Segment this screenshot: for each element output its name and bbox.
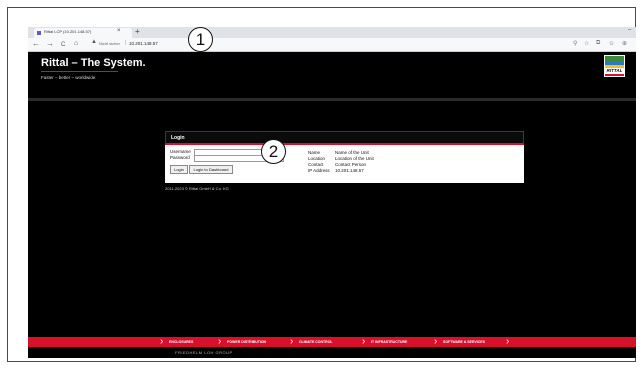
new-tab-button[interactable]: + <box>135 27 140 37</box>
footer-arrow-icon: › <box>362 336 366 347</box>
location-value: Location of the Unit <box>335 156 374 161</box>
contact-key: Contact <box>308 162 324 167</box>
name-value: Name of the Unit <box>335 150 369 155</box>
login-panel-header: Login <box>165 131 524 145</box>
url-separator: | <box>125 40 127 46</box>
brand-title: Rittal – The System. <box>41 57 146 69</box>
footer-item-power-distribution[interactable]: POWER DISTRIBUTION <box>227 340 266 344</box>
brand-underline <box>41 71 118 72</box>
group-wordmark: FRIEDHELM LOH GROUP <box>175 350 233 355</box>
insecure-label: Nicht sicher <box>99 41 120 46</box>
login-title: Login <box>171 135 185 141</box>
screenshot-area: Rittal LCP (10.201.148.57) × + – ← → C ⌂… <box>28 27 636 358</box>
minimize-icon[interactable]: – <box>628 27 631 33</box>
logo-text: RITTAL <box>606 68 623 73</box>
footer-arrow-icon: › <box>290 336 294 347</box>
warning-icon: ▲ <box>91 39 97 45</box>
contact-value: Contact Person <box>335 162 367 167</box>
footer-arrow-icon: › <box>434 336 438 347</box>
collections-icon[interactable]: ⊕ <box>622 40 627 47</box>
favicon-icon <box>37 31 41 35</box>
footer-arrow-icon: › <box>218 336 222 347</box>
password-label: Password <box>170 155 190 160</box>
address-bar-row: ← → C ⌂ ▲ Nicht sicher | 10.201.148.57 ⚲… <box>28 38 636 52</box>
footer-arrow-icon: › <box>506 336 510 347</box>
favorites-bar-icon[interactable]: ✩ <box>609 40 614 47</box>
login-to-dashboard-button[interactable]: Login to Dashboard <box>189 165 233 174</box>
brand-tagline: Faster – better – worldwide. <box>41 75 97 80</box>
copyright-text: 2011-2023 © Rittal GmbH & Co. KG <box>165 186 229 191</box>
browser-tab-strip: Rittal LCP (10.201.148.57) × + – <box>28 27 636 38</box>
url-text: 10.201.148.57 <box>129 41 158 46</box>
footer-nav: › ENCLOSURES › POWER DISTRIBUTION › CLIM… <box>28 337 636 347</box>
footer-item-it-infrastructure[interactable]: IT INFRASTRUCTURE <box>371 340 407 344</box>
back-icon[interactable]: ← <box>32 39 40 49</box>
location-key: Location <box>308 156 326 161</box>
ip-address-value: 10.201.148.57 <box>335 168 364 173</box>
favorite-icon[interactable]: ☆ <box>584 40 589 47</box>
footer-arrow-icon: › <box>160 336 164 347</box>
reload-icon[interactable]: C <box>61 40 65 50</box>
ip-address-key: IP Address <box>308 168 330 173</box>
document-frame: Rittal LCP (10.201.148.57) × + – ← → C ⌂… <box>7 7 636 362</box>
login-button[interactable]: Login <box>170 165 188 174</box>
footer-item-enclosures[interactable]: ENCLOSURES <box>169 340 193 344</box>
name-key: Name <box>308 150 321 155</box>
footer-item-software-services[interactable]: SOFTWARE & SERVICES <box>443 340 485 344</box>
tab-title: Rittal LCP (10.201.148.57) <box>44 29 92 34</box>
callout-1: 1 <box>188 27 213 52</box>
callout-2: 2 <box>261 139 286 164</box>
header-divider <box>28 98 636 101</box>
login-panel: Username Password Login Login to Dashboa… <box>165 145 524 183</box>
tab-close-icon[interactable]: × <box>117 28 121 34</box>
footer-item-climate-control[interactable]: CLIMATE CONTROL <box>299 340 333 344</box>
browser-tab[interactable]: Rittal LCP (10.201.148.57) × <box>34 28 132 38</box>
zoom-icon[interactable]: ⚲ <box>573 40 577 47</box>
home-icon[interactable]: ⌂ <box>74 39 78 49</box>
split-view-icon[interactable]: ⧉ <box>596 40 600 47</box>
rittal-logo: RITTAL <box>604 55 625 77</box>
forward-icon[interactable]: → <box>46 39 54 49</box>
username-label: Username <box>170 149 191 154</box>
